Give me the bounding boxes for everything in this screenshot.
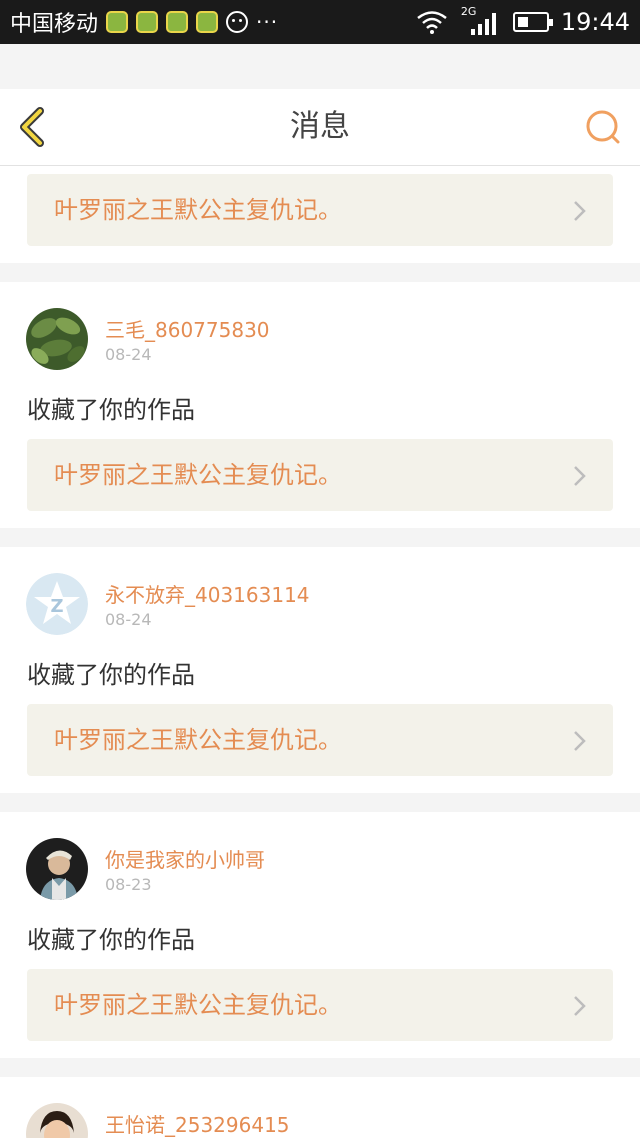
carrier-name: 中国移动 [10,12,99,37]
svg-text:Z: Z [50,596,63,617]
message-date: 08-23 [105,875,152,894]
avatar[interactable] [26,1103,88,1138]
chevron-right-icon [574,731,586,751]
search-button[interactable] [584,108,622,146]
message-card: 你是我家的小帅哥 08-23 收藏了你的作品 叶罗丽之王默公主复仇记。 [0,812,640,1058]
avatar[interactable] [26,308,88,370]
more-notifications-icon: ··· [256,10,279,34]
face-notification-icon [226,11,249,33]
app-notification-icon [106,11,129,33]
app-notification-icon [196,11,219,33]
app-notification-icon [166,11,189,33]
message-date: 08-24 [105,610,152,629]
work-title: 叶罗丽之王默公主复仇记。 [54,726,342,754]
status-bar-right: 2G 19:44 [415,5,630,37]
header-bar: 消息 [0,89,640,166]
signal-icon [470,13,496,35]
avatar[interactable] [26,838,88,900]
work-link[interactable]: 叶罗丽之王默公主复仇记。 [27,704,613,776]
message-card: 王怡诺_253296415 [0,1077,640,1138]
app-notification-icon [136,11,159,33]
status-bar-left: 中国移动 ··· [10,6,278,38]
page-title: 消息 [290,109,350,144]
chevron-right-icon [574,201,586,221]
work-link[interactable]: 叶罗丽之王默公主复仇记。 [27,969,613,1041]
message-card: 三毛_860775830 08-24 收藏了你的作品 叶罗丽之王默公主复仇记。 [0,282,640,528]
action-text: 收藏了你的作品 [27,396,195,424]
chevron-right-icon [574,996,586,1016]
work-title: 叶罗丽之王默公主复仇记。 [54,991,342,1019]
work-link[interactable]: 叶罗丽之王默公主复仇记。 [27,174,613,246]
clock: 19:44 [560,8,630,36]
work-title: 叶罗丽之王默公主复仇记。 [54,461,342,489]
battery-icon [512,12,553,32]
username[interactable]: 三毛_860775830 [105,314,270,343]
wifi-icon [417,11,447,34]
work-title: 叶罗丽之王默公主复仇记。 [54,196,342,224]
action-text: 收藏了你的作品 [27,661,195,689]
username[interactable]: 你是我家的小帅哥 [105,844,265,873]
signal-group: 2G [461,5,501,37]
message-card: Z 永不放弃_403163114 08-24 收藏了你的作品 叶罗丽之王默公主复… [0,547,640,793]
chevron-right-icon [574,466,586,486]
username[interactable]: 永不放弃_403163114 [105,579,310,608]
message-date: 08-24 [105,345,152,364]
message-card: 叶罗丽之王默公主复仇记。 [0,166,640,263]
action-text: 收藏了你的作品 [27,926,195,954]
status-bar: 中国移动 ··· 2G 19:44 [0,0,640,44]
username[interactable]: 王怡诺_253296415 [105,1109,290,1138]
avatar[interactable]: Z [26,573,88,635]
work-link[interactable]: 叶罗丽之王默公主复仇记。 [27,439,613,511]
